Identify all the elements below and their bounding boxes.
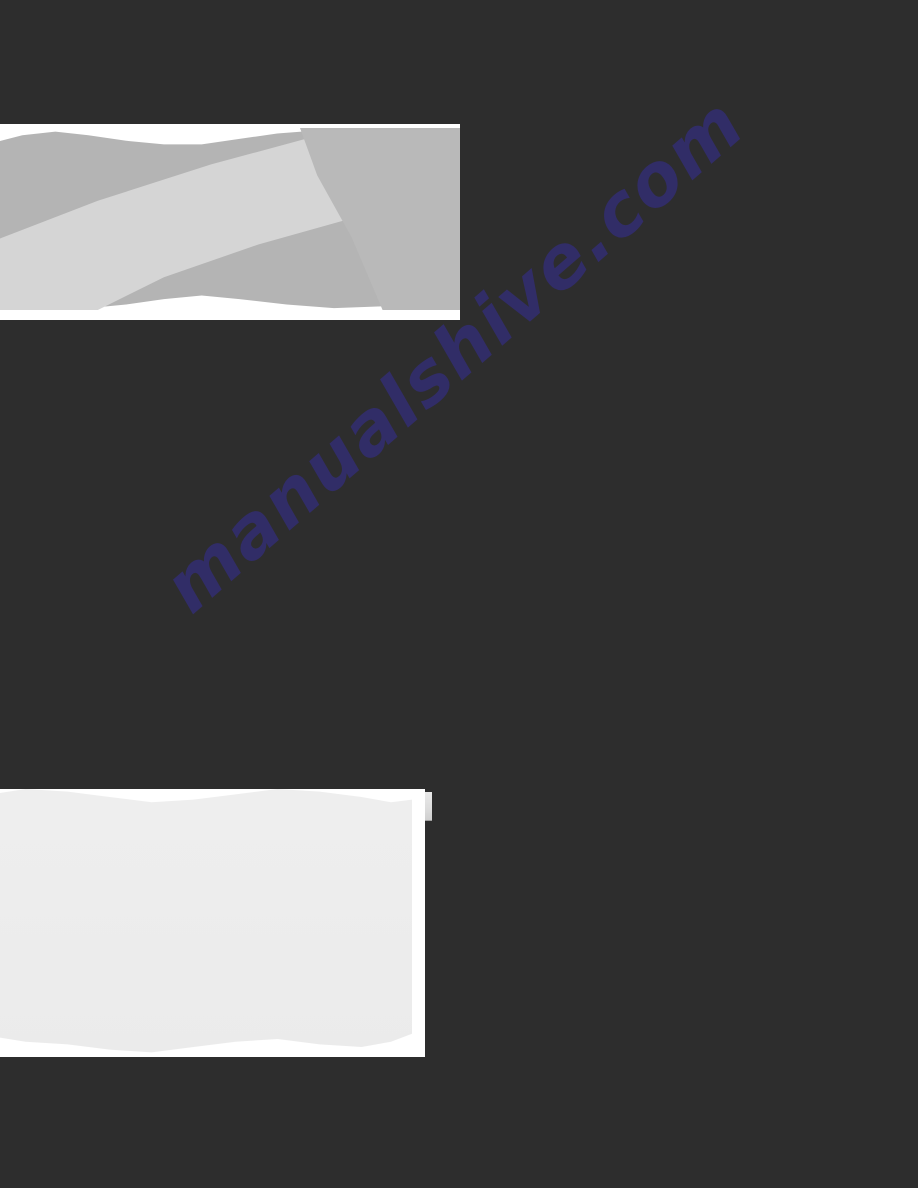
dialog-paper-backdrop [0, 789, 412, 1053]
reference-panel-figure [0, 124, 460, 320]
white-reference-dialog-figure [0, 789, 425, 1057]
